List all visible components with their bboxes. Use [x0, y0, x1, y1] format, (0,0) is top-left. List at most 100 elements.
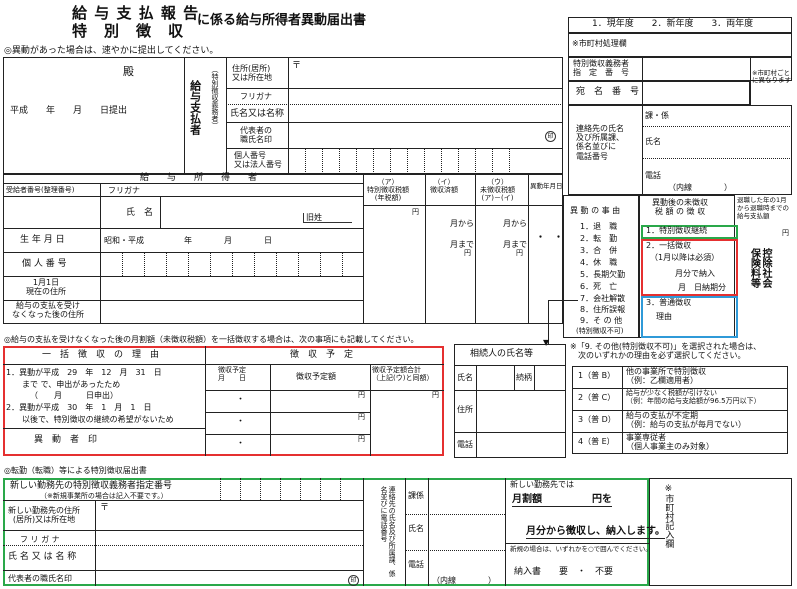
new-rep-label: 代表者の職氏名印 — [8, 574, 72, 583]
reason-9[interactable]: 9．そ の 他 — [580, 316, 622, 325]
lump-r1[interactable]: 1．異動が平成 29 年 12 月 31 日 — [6, 368, 162, 377]
ord-code-4[interactable]: 4（普 E） — [578, 437, 615, 446]
method-head: 異動後の未徴収 税 額 の 徴 収 — [652, 198, 708, 217]
ord-code-3[interactable]: 3（普 D） — [578, 415, 616, 424]
plan-yen-1: 円 — [358, 391, 365, 399]
method-3-reason: 理由 — [656, 312, 672, 321]
transfer-note: ◎転勤（転職）等による特別徴収届出書 — [4, 466, 147, 475]
right-line-2[interactable]: 月分から徴収し、納入します。 — [526, 526, 665, 539]
new-ka: 課係 — [408, 491, 424, 500]
jan1-addr-label: 1月1日 現在の住所 — [26, 278, 66, 297]
contact-ext: （内線 ） — [668, 183, 732, 192]
ordinary-note: ※「9. その他(特別徴収不可)」を選択された場合は、 次のいずれかの理由を必ず… — [570, 342, 762, 361]
ord-code-2[interactable]: 2（普 C） — [578, 393, 615, 402]
emp-personal-no: 個 人 番 号 — [22, 259, 67, 269]
lump-reason-head: 一 括 徴 収 の 理 由 — [42, 350, 160, 360]
new-contact-side: 連絡先の氏名及び所属課、係名並びに電話番号 — [380, 486, 397, 577]
ord-text-4: 事業専従者 （個人事業主のみ対象） — [626, 433, 714, 452]
city-note: ※市町村ごと に異なります — [752, 69, 791, 85]
excluded-note: 退職した年の1月から退職時までの給与支払額 — [737, 196, 789, 220]
new-designation-label: 新しい勤務先の特別徴収義務者指定番号 — [10, 481, 173, 491]
col-a: （ア） 特別徴収税額 (年税額) — [367, 178, 409, 203]
city-process-label: ※市町村処理欄 — [572, 39, 627, 48]
reason-8[interactable]: 8．住所誤報 — [580, 305, 625, 314]
col-i-to: 月まで — [450, 240, 474, 249]
reason-2[interactable]: 2．転 勤 — [580, 234, 617, 243]
lump-r2[interactable]: 2．異動が平成 30 年 1 月 1 日 — [6, 403, 151, 412]
reason-3[interactable]: 3．合 併 — [580, 246, 617, 255]
payer-rep-label: 代表者の 職氏名印 — [240, 126, 272, 145]
reason-head: 異 動 の 事 由 — [570, 206, 621, 215]
method-2-due: 月 日納期分 — [678, 283, 726, 292]
plan-yen-2: 円 — [358, 413, 365, 421]
reason-6[interactable]: 6．死 亡 — [580, 282, 617, 291]
lump-plan-head: 徴 収 予 定 — [290, 350, 354, 360]
right-line-1[interactable]: 月割額 円を — [512, 494, 612, 507]
right-note: 新規の場合は、いずれかを○で囲んでください。 — [510, 545, 652, 553]
payer-number-label: 個人番号 又は法人番号 — [234, 151, 282, 170]
emp-dob-label: 生 年 月 日 — [20, 235, 65, 245]
lump-note: ◎給与の支払を受けなくなった後の月割額（未徴収税額）を一括徴収する場合は、次の事… — [4, 335, 419, 344]
mover-seal-label: 異 動 者 印 — [34, 435, 98, 445]
method-2-pay: 月分で納入 — [675, 269, 715, 278]
reason-7[interactable]: 7．会社解散 — [580, 294, 625, 303]
payer-postal: 〒 — [292, 61, 302, 71]
col-date: 異動年月日 — [530, 182, 563, 190]
heir-address: 住所 — [457, 405, 473, 414]
method-2-note: （1月以降は必須） — [650, 253, 720, 262]
year-options: 1．現年度 2．新年度 3．両年度 — [592, 19, 754, 29]
col-i: （イ） 徴収済額 — [430, 178, 458, 195]
plan-dot-1: ・ — [236, 395, 246, 405]
payer-seal: 印 — [545, 131, 556, 142]
reason-5[interactable]: 5．長期欠勤 — [580, 270, 625, 279]
ord-text-3: 給与の支払が不定期 （例：給与の支払が毎月でない） — [626, 411, 746, 430]
new-ext: （内線 ） — [432, 576, 496, 585]
col-u-yen: 円 — [516, 249, 523, 257]
title-rest: に係る給与所得者異動届出書 — [197, 13, 367, 28]
city-entry-label: ※市町村記入欄 — [663, 484, 674, 548]
plan-dot-2: ・ — [236, 417, 246, 427]
col-u-to: 月まで — [503, 240, 527, 249]
col-a-yen: 円 — [412, 208, 419, 216]
contact-label: 連絡先の氏名 及び所属課、 係名並びに 電話番号 — [576, 124, 624, 161]
employee-section-label: 給 与 所 得 者 — [140, 173, 258, 183]
emp-name-label: 氏 名 — [126, 208, 154, 218]
reason-1[interactable]: 1．退 職 — [580, 222, 617, 231]
plan-month-head: 徴収予定 月 日 — [218, 366, 246, 383]
plan-total-head: 徴収予定額合計 （上記(ウ)と同額） — [372, 366, 434, 383]
submit-date[interactable]: 平成 年 月 日提出 — [10, 106, 127, 116]
emp-old-name[interactable]: 旧姓 — [303, 213, 352, 224]
method-1: 1．特別徴収継続 — [646, 226, 708, 235]
reason-9-sub: (特別徴収不可) — [576, 327, 624, 335]
payer-side-sub: （特別徴収義務者） — [211, 66, 220, 129]
right-head: 新しい勤務先では — [510, 480, 574, 489]
ord-text-1: 他の事業所で特別徴収 （例：乙欄適用者） — [626, 367, 706, 386]
new-name: 氏名 — [408, 524, 424, 533]
new-postal: 〒 — [100, 503, 110, 513]
new-seal: 印 — [348, 575, 359, 586]
contact-tel: 電話 — [645, 171, 661, 180]
addressee-number-label: 宛 名 番 号 — [576, 87, 640, 97]
ord-text-2: 給与が少なく税額が引けない （例：年間の給与支給額が96.5万円以下） — [626, 389, 761, 406]
right-bottom[interactable]: 納入書 要 ・ 不要 — [514, 567, 613, 577]
payer-name-label: 氏名又は名称 — [230, 109, 285, 119]
emp-dob-value[interactable]: 昭和・平成 年 月 日 — [104, 236, 272, 245]
after-addr-label: 給与の支払を受け なくなった後の住所 — [12, 301, 84, 320]
heir-tel: 電話 — [457, 440, 473, 449]
col-i-from: 月から — [450, 219, 474, 228]
ord-code-1[interactable]: 1（普 B） — [578, 371, 615, 380]
new-tel: 電話 — [408, 560, 424, 569]
plan-total-yen: 円 — [432, 391, 439, 399]
addressee-dono: 殿 — [123, 65, 134, 78]
title-line-b: 特 別 徴 収 — [72, 22, 185, 40]
plan-dot-3: ・ — [236, 439, 246, 449]
reason-4[interactable]: 4．休 職 — [580, 258, 617, 267]
top-note: ◎異動があった場合は、速やかに提出してください。 — [4, 46, 219, 56]
recv-no-label: 受給者番号(整理番号) — [6, 186, 75, 194]
col-u-from: 月から — [503, 219, 527, 228]
col-i-yen: 円 — [464, 249, 471, 257]
emp-furigana: フリガナ — [108, 186, 140, 195]
new-designation-sub: （※新規事業所の場合は記入不要です。） — [40, 492, 168, 500]
plan-amount-head: 徴収予定額 — [296, 372, 336, 381]
heir-relation: 続柄 — [516, 373, 532, 382]
